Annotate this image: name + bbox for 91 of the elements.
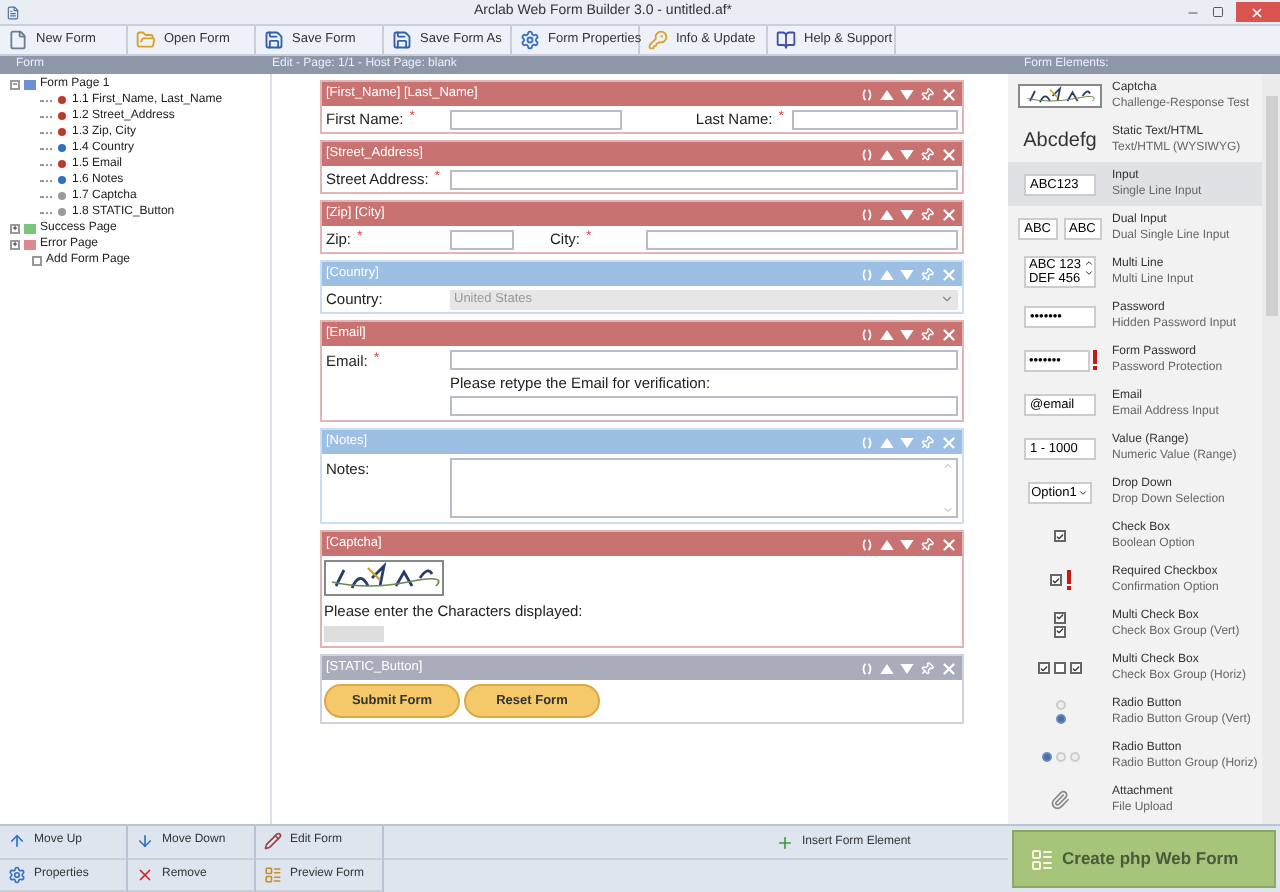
move-down-icon[interactable] — [900, 269, 914, 279]
create-web-form-button[interactable]: Create php Web Form — [1012, 830, 1276, 888]
close-icon — [136, 865, 154, 884]
save-icon — [264, 30, 284, 50]
parentheses-icon[interactable] — [860, 327, 874, 341]
close-icon[interactable] — [940, 433, 958, 451]
empty-checkbox-icon — [1054, 662, 1066, 674]
captcha-input[interactable] — [324, 626, 384, 643]
move-down-icon[interactable] — [900, 539, 914, 549]
paperclip-icon — [1050, 788, 1070, 812]
checked-checkbox-icon — [1054, 530, 1066, 542]
empty-radio-icon — [1055, 700, 1065, 710]
input-field[interactable] — [450, 229, 514, 249]
arrow-up-icon — [8, 832, 26, 851]
scroll-up-icon — [1083, 258, 1094, 268]
pin-icon[interactable] — [917, 204, 937, 224]
pin-icon[interactable] — [917, 84, 937, 104]
scroll-down-icon — [1083, 268, 1094, 278]
move-down-icon[interactable] — [900, 663, 914, 674]
input-field[interactable] — [646, 229, 958, 249]
move-up-icon[interactable] — [880, 209, 894, 219]
book-icon — [776, 30, 796, 50]
move-up-icon[interactable] — [880, 329, 894, 339]
move-up-icon[interactable] — [880, 269, 894, 279]
close-button[interactable] — [1235, 2, 1280, 22]
arrow-down-icon — [136, 832, 154, 851]
move-down-icon[interactable] — [900, 149, 914, 159]
close-icon[interactable] — [940, 265, 958, 283]
input-field[interactable] — [450, 109, 622, 129]
parentheses-icon[interactable] — [860, 87, 874, 101]
pin-icon[interactable] — [917, 432, 937, 452]
move-up-icon[interactable] — [880, 149, 894, 159]
collapse-icon[interactable] — [10, 79, 20, 89]
close-icon[interactable] — [940, 659, 958, 678]
close-icon[interactable] — [940, 325, 958, 343]
move-up-icon[interactable] — [880, 89, 894, 99]
app-icon — [6, 5, 20, 19]
close-icon[interactable] — [940, 85, 958, 103]
selected-radio-icon — [1055, 714, 1065, 724]
key-icon — [648, 30, 668, 50]
input-field[interactable] — [792, 109, 958, 129]
expand-icon[interactable] — [10, 239, 20, 249]
parentheses-icon[interactable] — [860, 661, 874, 676]
page-icon — [32, 255, 42, 265]
parentheses-icon[interactable] — [860, 207, 874, 221]
file-icon — [8, 30, 28, 50]
checked-checkbox-icon — [1070, 662, 1082, 674]
input-field[interactable] — [450, 350, 958, 370]
selected-radio-icon — [1041, 751, 1051, 761]
close-icon[interactable] — [940, 535, 958, 553]
settings-icon — [8, 865, 26, 884]
plus-icon — [776, 833, 794, 851]
pin-icon[interactable] — [917, 658, 937, 679]
sample-text: Abcdefg — [1023, 127, 1097, 155]
expand-icon[interactable] — [10, 223, 20, 233]
input-field[interactable] — [450, 169, 958, 189]
pin-icon[interactable] — [917, 534, 937, 554]
pencil-icon — [264, 832, 282, 851]
parentheses-icon[interactable] — [860, 267, 874, 281]
form-icon — [1030, 847, 1054, 871]
chevron-down-icon — [940, 292, 954, 306]
scrollbar[interactable] — [1262, 74, 1280, 824]
exclamation-icon — [1065, 570, 1071, 590]
move-down-icon[interactable] — [900, 209, 914, 219]
move-up-icon[interactable] — [880, 437, 894, 447]
close-icon[interactable] — [940, 205, 958, 223]
move-down-icon[interactable] — [900, 89, 914, 99]
folder-icon — [136, 30, 156, 50]
close-icon — [1250, 5, 1265, 19]
captcha-image — [324, 560, 444, 596]
save-icon — [392, 30, 412, 50]
exclamation-icon — [1091, 350, 1097, 370]
chevron-down-icon — [1078, 487, 1089, 497]
pin-icon[interactable] — [917, 144, 937, 164]
pin-icon[interactable] — [917, 264, 937, 284]
settings-icon — [520, 30, 540, 50]
move-down-icon[interactable] — [900, 329, 914, 339]
input-field[interactable] — [450, 396, 958, 416]
move-up-icon[interactable] — [880, 663, 894, 674]
parentheses-icon[interactable] — [860, 147, 874, 161]
maximize-icon[interactable] — [1211, 6, 1224, 18]
form-preview-icon — [264, 865, 282, 884]
move-up-icon[interactable] — [880, 539, 894, 549]
pin-icon[interactable] — [917, 324, 937, 344]
parentheses-icon[interactable] — [860, 435, 874, 449]
parentheses-icon[interactable] — [860, 537, 874, 551]
close-icon[interactable] — [940, 145, 958, 163]
move-down-icon[interactable] — [900, 437, 914, 447]
captcha-thumbnail — [1018, 84, 1102, 108]
checked-checkbox-icon — [1038, 662, 1050, 674]
checked-checkbox-icon — [1049, 574, 1061, 586]
